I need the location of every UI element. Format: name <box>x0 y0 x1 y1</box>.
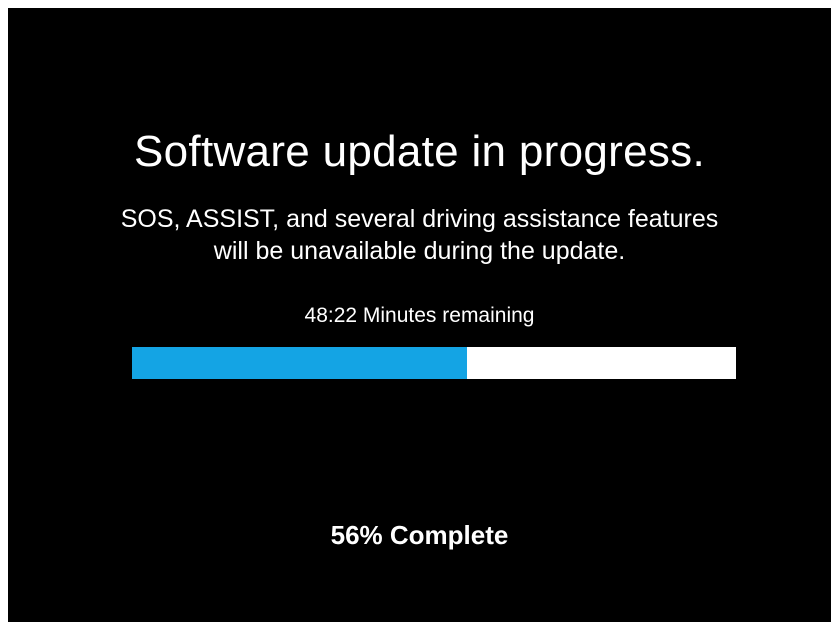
update-screen: Software update in progress. SOS, ASSIST… <box>8 8 831 622</box>
percent-complete: 56% Complete <box>330 520 509 550</box>
update-message: SOS, ASSIST, and several driving assista… <box>8 203 831 267</box>
time-remaining: 48:22 Minutes remaining <box>304 304 535 327</box>
progress-bar <box>132 347 736 379</box>
update-message-line-2: will be unavailable during the update. <box>213 237 626 265</box>
progress-bar-fill <box>132 347 468 379</box>
update-message-line-1: SOS, ASSIST, and several driving assista… <box>120 205 719 233</box>
update-title: Software update in progress. <box>134 127 705 176</box>
